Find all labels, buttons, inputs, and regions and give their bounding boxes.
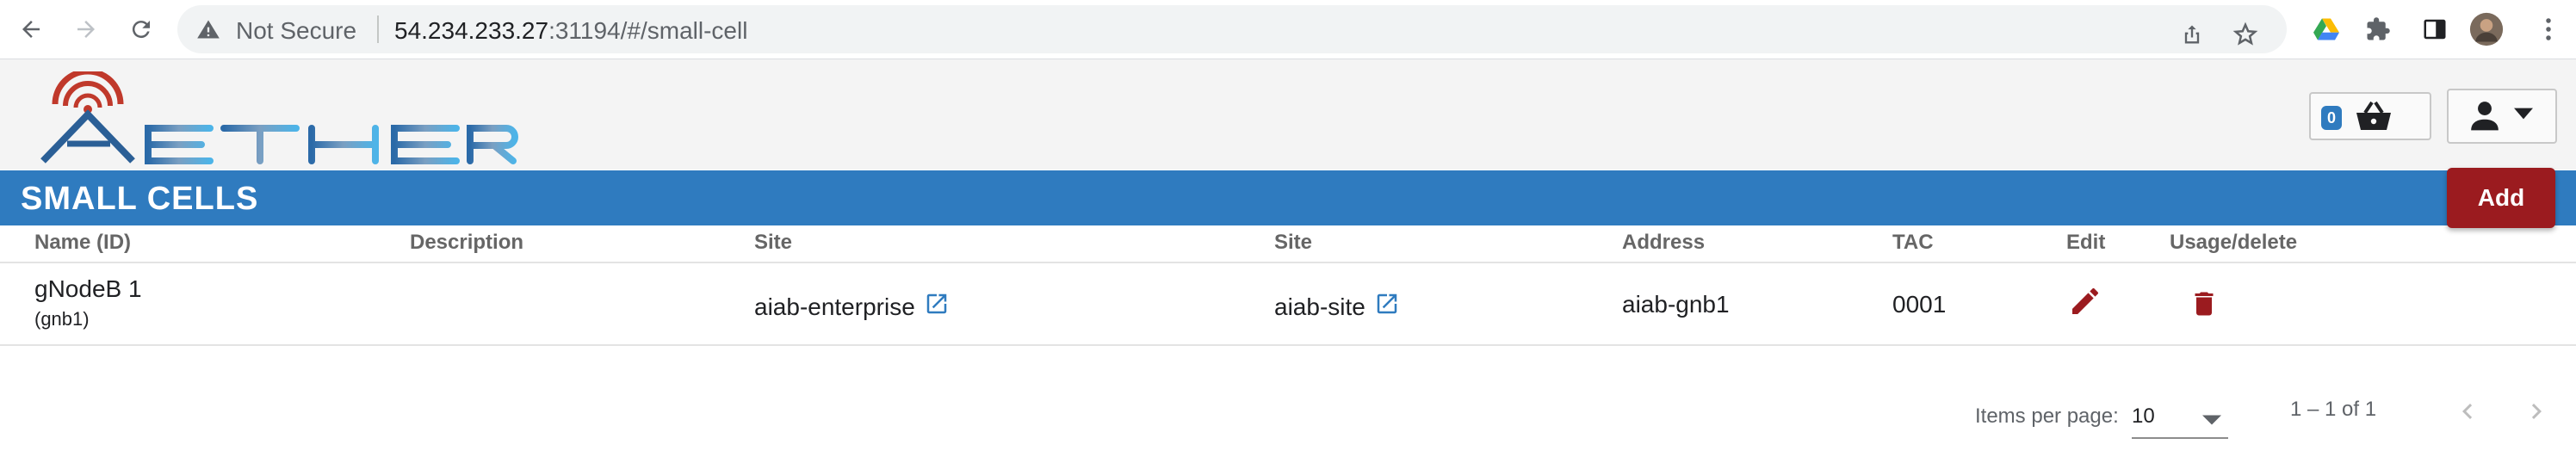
- extensions-icon[interactable]: [2361, 12, 2395, 46]
- profile-avatar[interactable]: [2469, 12, 2504, 46]
- person-icon: [2468, 99, 2502, 136]
- cell-tac: 0001: [1892, 291, 1947, 318]
- side-panel-icon[interactable]: [2418, 12, 2452, 46]
- header-divider: [0, 262, 2576, 263]
- url-host: 54.234.233.27: [394, 17, 549, 44]
- cell-site: aiab-site: [1274, 291, 1400, 323]
- chevron-down-icon: [2514, 108, 2533, 124]
- page-title: SMALL CELLS: [21, 181, 259, 217]
- page-size-select[interactable]: 10: [2132, 404, 2155, 429]
- omnibox-divider: [377, 15, 379, 43]
- basket-button[interactable]: 0: [2309, 92, 2431, 140]
- aether-logo[interactable]: [38, 68, 520, 170]
- site-link[interactable]: aiab-site: [1274, 293, 1365, 320]
- column-header-description[interactable]: Description: [410, 231, 523, 255]
- url-path: :31194/#/small-cell: [548, 17, 748, 44]
- edit-pencil-icon[interactable]: [2068, 284, 2102, 323]
- address-bar[interactable]: Not Secure 54.234.233.27:31194/#/small-c…: [177, 5, 2287, 53]
- cell-enterprise: aiab-enterprise: [754, 291, 950, 323]
- column-header-site[interactable]: Site: [754, 231, 792, 255]
- open-in-new-icon[interactable]: [1374, 291, 1400, 323]
- column-header-name[interactable]: Name (ID): [34, 231, 131, 255]
- browser-toolbar: Not Secure 54.234.233.27:31194/#/small-c…: [0, 0, 2576, 59]
- column-header-site-2[interactable]: Site: [1274, 231, 1312, 255]
- warning-icon: [196, 17, 220, 46]
- share-icon[interactable]: [2175, 17, 2209, 52]
- app-header: 0: [0, 59, 2576, 170]
- basket-count-badge: 0: [2321, 106, 2342, 130]
- row-divider: [0, 344, 2576, 346]
- basket-icon: [2352, 101, 2395, 136]
- cell-id: (gnb1): [34, 308, 90, 330]
- enterprise-link[interactable]: aiab-enterprise: [754, 293, 915, 320]
- page-size-underline: [2132, 437, 2228, 439]
- back-icon[interactable]: [12, 10, 50, 48]
- delete-trash-icon[interactable]: [2189, 287, 2220, 324]
- page-range-label: 1 – 1 of 1: [2290, 398, 2377, 421]
- cell-name: gNodeB 1: [34, 275, 142, 302]
- add-button[interactable]: Add: [2447, 168, 2555, 228]
- column-header-edit: Edit: [2066, 231, 2106, 254]
- next-page-icon[interactable]: [2521, 396, 2552, 431]
- reload-icon[interactable]: [122, 10, 160, 48]
- items-per-page-label: Items per page:: [1975, 404, 2119, 428]
- open-in-new-icon[interactable]: [924, 291, 950, 323]
- browser-menu-icon[interactable]: [2531, 12, 2566, 46]
- page-size-dropdown-icon[interactable]: [2202, 414, 2221, 429]
- google-drive-icon[interactable]: [2309, 12, 2344, 46]
- user-menu-button[interactable]: [2447, 89, 2557, 144]
- bookmark-star-icon[interactable]: [2228, 17, 2263, 52]
- url-text[interactable]: 54.234.233.27:31194/#/small-cell: [394, 17, 747, 45]
- column-header-address[interactable]: Address: [1622, 231, 1705, 255]
- page-title-bar: SMALL CELLS: [0, 170, 2576, 225]
- forward-icon[interactable]: [67, 10, 105, 48]
- security-label[interactable]: Not Secure: [236, 17, 356, 45]
- column-header-tac[interactable]: TAC: [1892, 231, 1934, 255]
- column-header-usage-delete: Usage/delete: [2170, 231, 2298, 254]
- previous-page-icon[interactable]: [2452, 396, 2483, 431]
- cell-address: aiab-gnb1: [1622, 291, 1730, 318]
